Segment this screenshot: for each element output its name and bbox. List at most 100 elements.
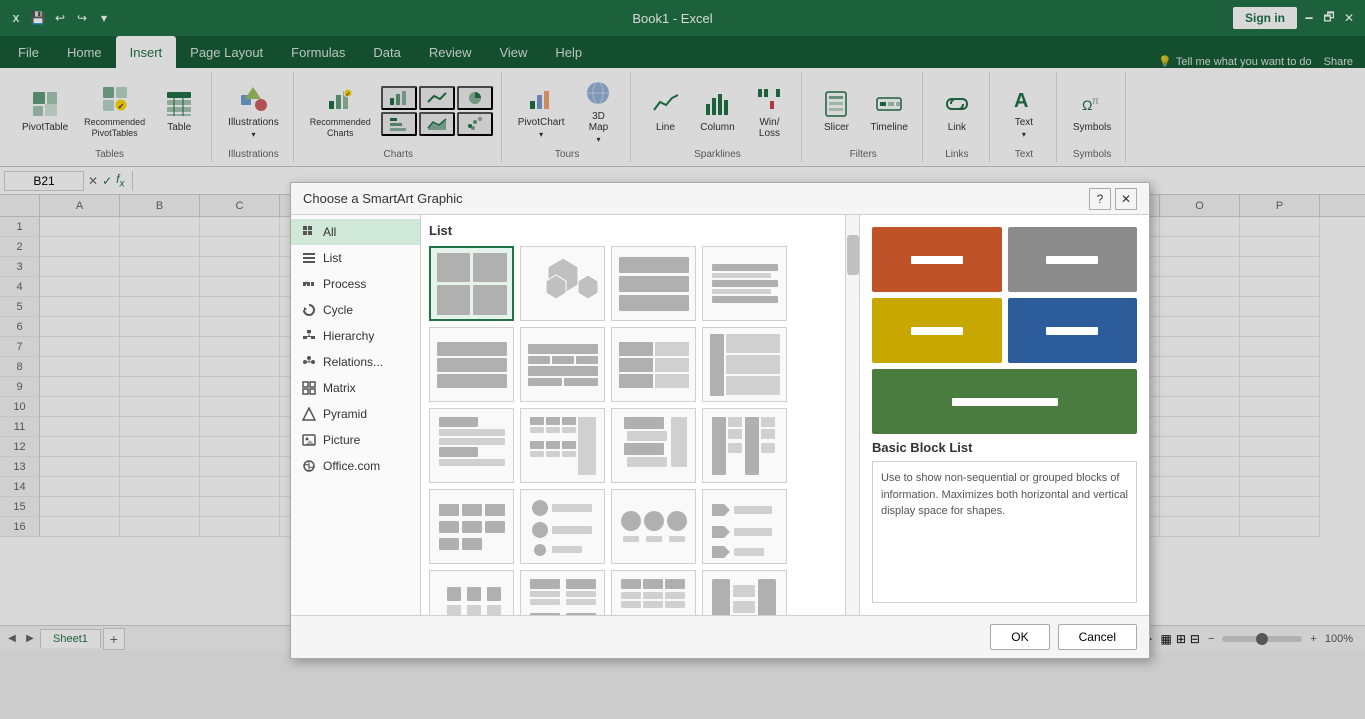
preview-swatch-gray[interactable] — [1008, 227, 1138, 292]
trapezoid-thumbnail — [619, 415, 689, 477]
plus-minus-thumbnail: + + — [437, 577, 507, 616]
sidebar-picture-label: Picture — [323, 433, 360, 447]
dialog-title: Choose a SmartArt Graphic — [303, 191, 463, 206]
chart-item-horizontal-circles[interactable] — [611, 489, 696, 564]
sidebar-hierarchy-label: Hierarchy — [323, 329, 374, 343]
chart-item-horizontal-labeled[interactable] — [611, 327, 696, 402]
sidebar-item-cycle[interactable]: Cycle — [291, 297, 420, 323]
preview-bar-orange — [911, 256, 963, 264]
list-icon — [301, 250, 317, 266]
grouped-list-thumbnail — [619, 577, 689, 616]
dialog-sidebar: All List Process Cycle — [291, 215, 421, 615]
chart-item-trapezoid-list[interactable] — [611, 408, 696, 483]
chart-item-basic-block[interactable] — [429, 246, 514, 321]
pyramid-icon — [301, 406, 317, 422]
chart-item-accordion-list[interactable] — [429, 327, 514, 402]
smartart-dialog: Choose a SmartArt Graphic ? ✕ All List — [290, 182, 1150, 659]
vertical-curved-thumbnail — [710, 577, 780, 616]
sidebar-cycle-label: Cycle — [323, 303, 353, 317]
sidebar-all-label: All — [323, 225, 336, 239]
chart-item-stacked-list[interactable] — [429, 408, 514, 483]
multi-col-thumbnail — [528, 415, 598, 477]
preview-color-grid — [872, 227, 1137, 363]
office-icon — [301, 458, 317, 474]
chart-item-circle-list[interactable] — [520, 489, 605, 564]
picture-icon — [301, 432, 317, 448]
hierarchy-icon — [301, 328, 317, 344]
segmented-thumbnail — [528, 334, 598, 396]
dialog-header-controls: ? ✕ — [1089, 188, 1137, 210]
arrow-list-thumbnail — [710, 496, 780, 558]
sidebar-list-label: List — [323, 251, 342, 265]
preview-bar-yellow — [911, 327, 963, 335]
horizontal-labeled-thumbnail — [619, 334, 689, 396]
chart-grid-row1 — [429, 246, 851, 321]
sidebar-item-pyramid[interactable]: Pyramid — [291, 401, 420, 427]
preview-title: Basic Block List — [872, 440, 1137, 455]
stacked-titles-thumbnail — [528, 577, 598, 616]
chart-item-stacked-titles[interactable] — [520, 570, 605, 615]
lines-list-thumbnail — [710, 253, 780, 315]
center-list-label: List — [429, 223, 851, 238]
sidebar-office-label: Office.com — [323, 459, 380, 473]
relations-icon — [301, 354, 317, 370]
preview-bar-gray — [1046, 256, 1098, 264]
chart-grid-row5: + + — [429, 570, 851, 615]
sidebar-item-list[interactable]: List — [291, 245, 420, 271]
hex-thumbnail — [528, 253, 598, 315]
horiz-bullets-thumbnail — [437, 496, 507, 558]
sidebar-item-all[interactable]: All — [291, 219, 420, 245]
chart-item-lines-list[interactable] — [702, 246, 787, 321]
chart-item-hex[interactable] — [520, 246, 605, 321]
chart-item-arrow-list[interactable] — [702, 489, 787, 564]
sidebar-pyramid-label: Pyramid — [323, 407, 367, 421]
chart-item-row-list-1[interactable] — [611, 246, 696, 321]
cancel-button[interactable]: Cancel — [1058, 624, 1137, 650]
chart-grid-row2 — [429, 327, 851, 402]
sidebar-item-hierarchy[interactable]: Hierarchy — [291, 323, 420, 349]
sidebar-process-label: Process — [323, 277, 366, 291]
stacked-list-thumbnail — [437, 415, 507, 477]
sidebar-item-relations[interactable]: Relations... — [291, 349, 420, 375]
sidebar-item-picture[interactable]: Picture — [291, 427, 420, 453]
center-scrollbar[interactable] — [845, 215, 859, 615]
sidebar-relations-label: Relations... — [323, 355, 383, 369]
chart-item-vertical-box[interactable] — [702, 327, 787, 402]
preview-swatch-green[interactable] — [872, 369, 1137, 434]
circle-list-thumbnail — [528, 496, 598, 558]
chart-grid-row4 — [429, 489, 851, 564]
sidebar-item-matrix[interactable]: Matrix — [291, 375, 420, 401]
preview-bar-green — [952, 398, 1058, 406]
preview-swatch-blue[interactable] — [1008, 298, 1138, 363]
dialog-help-button[interactable]: ? — [1089, 188, 1111, 210]
horiz-circles-thumbnail — [619, 496, 689, 558]
preview-swatch-orange[interactable] — [872, 227, 1002, 292]
preview-bar-blue — [1046, 327, 1098, 335]
chart-item-vertical-curved[interactable] — [702, 570, 787, 615]
row-list-1-thumbnail — [619, 253, 689, 315]
cycle-icon — [301, 302, 317, 318]
vertical-box-thumbnail — [710, 334, 780, 396]
preview-swatch-yellow[interactable] — [872, 298, 1002, 363]
ok-button[interactable]: OK — [990, 624, 1049, 650]
center-scrollbar-thumb[interactable] — [847, 235, 859, 275]
grid-icon — [301, 224, 317, 240]
dialog-close-button[interactable]: ✕ — [1115, 188, 1137, 210]
accordion-thumbnail — [437, 334, 507, 396]
chart-item-horizontal-bullets[interactable] — [429, 489, 514, 564]
basic-block-thumbnail — [437, 253, 507, 315]
chart-grid-row3 — [429, 408, 851, 483]
matrix-icon — [301, 380, 317, 396]
dialog-header: Choose a SmartArt Graphic ? ✕ — [291, 183, 1149, 215]
preview-description: Use to show non-sequential or grouped bl… — [872, 461, 1137, 603]
sidebar-item-office[interactable]: Office.com — [291, 453, 420, 479]
chart-item-segmented[interactable] — [520, 327, 605, 402]
chart-item-multi-col[interactable] — [520, 408, 605, 483]
chart-item-double-col[interactable] — [702, 408, 787, 483]
chart-item-plus-minus[interactable]: + + — [429, 570, 514, 615]
chart-item-grouped-list[interactable] — [611, 570, 696, 615]
dialog-footer: OK Cancel — [291, 615, 1149, 658]
preview-green-row — [872, 369, 1137, 434]
dialog-body: All List Process Cycle — [291, 215, 1149, 615]
sidebar-item-process[interactable]: Process — [291, 271, 420, 297]
